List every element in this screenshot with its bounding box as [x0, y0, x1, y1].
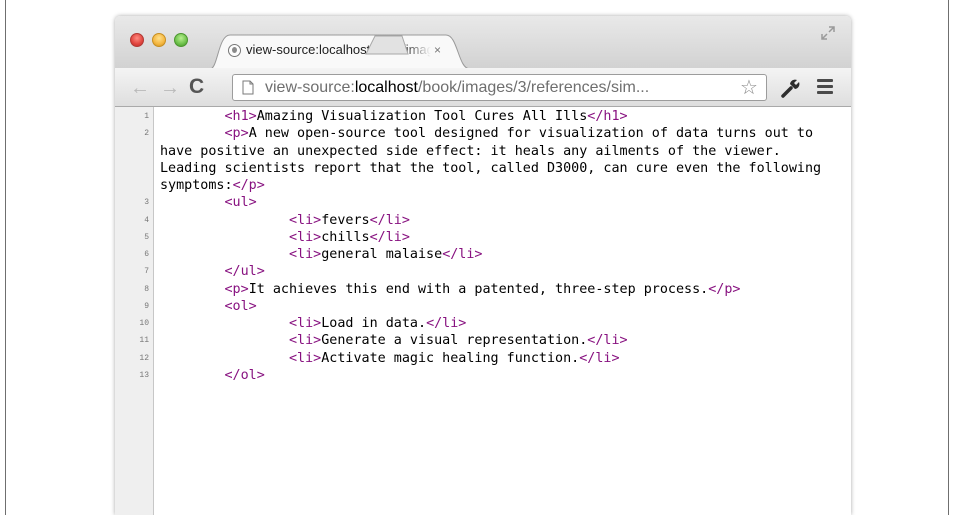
line-code: <ol>: [224, 298, 257, 314]
line-code: </ul>: [224, 264, 265, 280]
source-line: 9 <ol>: [115, 298, 851, 315]
line-code: <li>Load in data.</li>: [289, 316, 467, 331]
source-line: 6 <li>general malaise</li>: [115, 246, 851, 263]
source-line: 12 <li>Activate magic healing function.<…: [115, 350, 851, 367]
wrench-icon[interactable]: [780, 77, 802, 99]
source-line: 4 <li>fevers</li>: [115, 212, 851, 229]
title-bar: view-source:localhost/book/images/3/refe…: [115, 16, 851, 69]
line-number: 5: [144, 232, 149, 242]
left-border: [5, 0, 6, 515]
line-code: <ul>: [224, 195, 257, 211]
line-code: <li>Activate magic healing function.</li…: [289, 350, 620, 366]
source-line: 10 <li>Load in data.</li>: [115, 315, 851, 332]
source-line: 1 <h1>Amazing Visualization Tool Cures A…: [115, 108, 851, 125]
browser-toolbar: ← → C view-source:localhost/book/images/…: [115, 68, 851, 107]
globe-icon: [228, 44, 241, 57]
line-number: 2: [144, 129, 149, 139]
line-code: <li>Generate a visual representation.</l…: [289, 333, 628, 349]
line-number: 13: [139, 370, 149, 380]
url-path: /book/images/3/references/sim...: [417, 79, 650, 96]
browser-window: view-source:localhost/book/images/3/refe…: [115, 16, 851, 515]
source-line: 7 </ul>: [115, 263, 851, 280]
source-line: 8 <p>It achieves this end with a patente…: [115, 281, 851, 298]
bookmark-star-icon[interactable]: ☆: [740, 78, 758, 98]
address-bar[interactable]: view-source:localhost/book/images/3/refe…: [232, 74, 767, 101]
source-line: 5 <li>chills</li>: [115, 229, 851, 246]
forward-arrow-icon[interactable]: →: [160, 78, 180, 98]
line-number: 1: [144, 112, 149, 121]
line-code: <h1>Amazing Visualization Tool Cures All…: [224, 109, 628, 124]
tab-close-icon[interactable]: ×: [434, 42, 441, 58]
right-border: [948, 0, 949, 515]
line-code: <li>chills</li>: [289, 229, 410, 245]
line-code: <li>fevers</li>: [289, 212, 410, 228]
url-prefix: view-source:: [265, 79, 355, 96]
new-tab-button[interactable]: [362, 33, 412, 55]
url-text[interactable]: view-source:localhost/book/images/3/refe…: [265, 78, 730, 98]
line-number: 3: [144, 198, 149, 208]
line-number: 11: [139, 336, 149, 346]
line-code: <p>A new open-source tool designed for v…: [160, 126, 830, 193]
page-icon: [242, 80, 254, 95]
line-number: 8: [144, 284, 149, 294]
menu-icon[interactable]: [817, 79, 833, 95]
line-code: </ol>: [224, 367, 265, 383]
source-line: 3 <ul>: [115, 194, 851, 211]
fullscreen-icon[interactable]: [820, 25, 836, 41]
source-line: 11 <li>Generate a visual representation.…: [115, 332, 851, 349]
line-code: <li>general malaise</li>: [289, 247, 483, 262]
url-host: localhost: [354, 79, 418, 96]
line-number: 4: [144, 215, 149, 225]
source-line: 13 </ol>: [115, 367, 851, 384]
back-arrow-icon[interactable]: ←: [130, 78, 150, 98]
line-number: 12: [139, 353, 149, 363]
line-code: <p>It achieves this end with a patented,…: [224, 281, 741, 297]
minimize-window-button[interactable]: [152, 33, 166, 47]
source-line: 2 <p>A new open-source tool designed for…: [115, 125, 851, 194]
zoom-window-button[interactable]: [174, 33, 188, 47]
line-number: 6: [144, 250, 149, 259]
line-number: 7: [144, 267, 149, 277]
source-code-view: 1 <h1>Amazing Visualization Tool Cures A…: [115, 108, 851, 384]
line-number: 10: [139, 319, 149, 328]
line-number: 9: [144, 301, 149, 311]
reload-icon[interactable]: C: [189, 76, 204, 98]
tab-view-source[interactable]: view-source:localhost/book/images/3/refe…: [208, 33, 476, 69]
close-window-button[interactable]: [130, 33, 144, 47]
